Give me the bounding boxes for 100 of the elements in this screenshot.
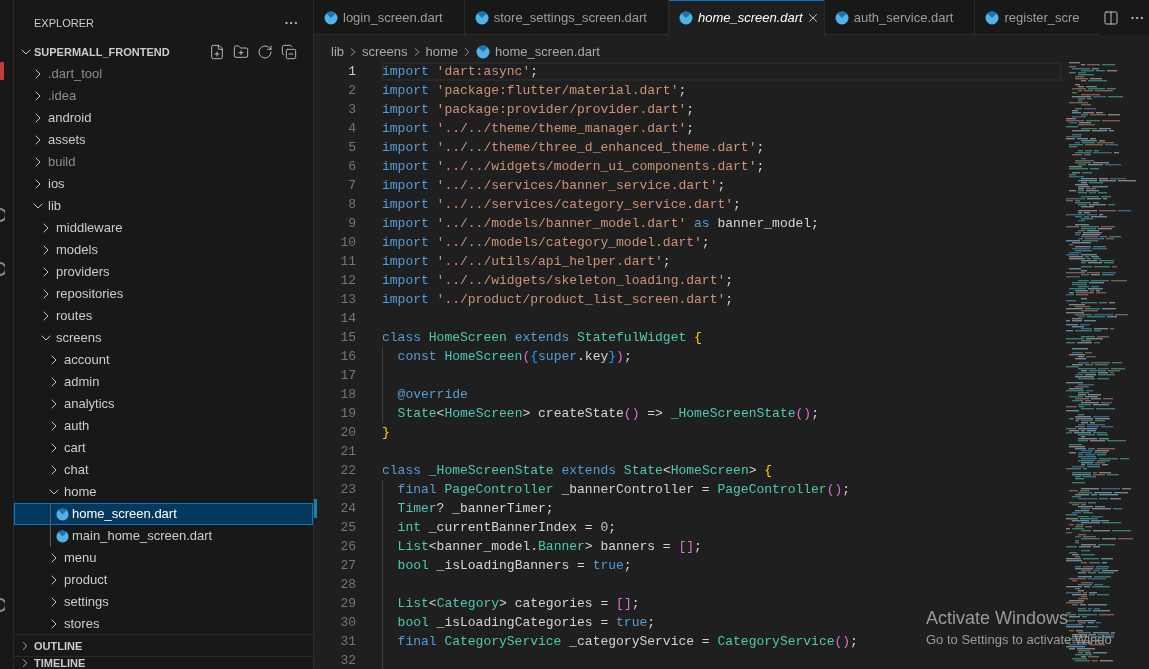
line-number: 25: [339, 519, 356, 537]
code-line: import '../../services/category_service.dart';: [382, 197, 741, 212]
folder-item[interactable]: chat: [14, 459, 313, 481]
file-type-icon: [55, 529, 69, 543]
refresh-icon[interactable]: [257, 44, 273, 60]
folder-item[interactable]: android: [14, 107, 313, 129]
editor-tab[interactable]: login_screen.dart: [314, 0, 465, 35]
file-item[interactable]: main_home_screen.dart: [14, 525, 313, 547]
code-line: bool _isLoadingCategories = true;: [397, 615, 656, 630]
folder-item[interactable]: screens: [14, 327, 313, 349]
split-editor-icon[interactable]: [1103, 9, 1119, 26]
line-number: 10: [339, 234, 356, 252]
folder-item[interactable]: build: [14, 151, 313, 173]
folder-item[interactable]: menu: [14, 547, 313, 569]
code-line: import '../../services/banner_service.dart';: [382, 178, 726, 193]
line-number: 23: [339, 481, 356, 499]
line-number: 11: [339, 253, 356, 271]
file-type-icon: [55, 507, 69, 521]
folder-item[interactable]: assets: [14, 129, 313, 151]
partial-icon[interactable]: [0, 262, 5, 276]
folder-item[interactable]: analytics: [14, 393, 313, 415]
code-line: import '../../theme/theme_manager.dart';: [382, 121, 695, 136]
code-line: import '../../models/category_model.dart';: [382, 235, 710, 250]
folder-item[interactable]: admin: [14, 371, 313, 393]
line-number: 14: [339, 310, 356, 328]
folder-item[interactable]: product: [14, 569, 313, 591]
partial-icon[interactable]: [0, 598, 5, 612]
folder-item[interactable]: cart: [14, 437, 313, 459]
folder-item[interactable]: settings: [14, 591, 313, 613]
folder-item[interactable]: models: [14, 239, 313, 261]
code-line: Timer? _bannerTimer;: [397, 501, 554, 516]
line-number: 12: [339, 272, 356, 290]
folder-item[interactable]: auth: [14, 415, 313, 437]
line-number: 30: [339, 614, 356, 632]
code-line: import 'package:provider/provider.dart';: [382, 102, 695, 117]
line-number: 8: [347, 196, 356, 214]
code-line: List<Category> categories = [];: [397, 596, 640, 611]
line-number: 18: [339, 386, 356, 404]
line-number: 27: [339, 557, 356, 575]
code-line: import '../../models/banner_model.dart' as banner_model;: [382, 216, 819, 231]
new-folder-icon[interactable]: [233, 44, 249, 60]
code-line: import '../../widgets/modern_ui_components.dart';: [382, 159, 765, 174]
code-line: bool _isLoadingBanners = true;: [397, 558, 632, 573]
activation-title: Activate Windows: [926, 607, 1070, 630]
line-number: 26: [339, 538, 356, 556]
code-line: import '../../widgets/skeleton_loading.dart';: [382, 273, 734, 288]
editor-tab[interactable]: home_screen.dart: [668, 0, 825, 35]
line-number: 13: [339, 291, 356, 309]
breadcrumb-item[interactable]: screens: [362, 42, 408, 62]
folder-item[interactable]: stores: [14, 613, 313, 635]
breadcrumb-item[interactable]: home: [425, 42, 459, 62]
collapse-all-icon[interactable]: [281, 44, 297, 60]
file-type-icon: [476, 45, 491, 59]
folder-item[interactable]: .dart_tool: [14, 63, 313, 85]
line-number: 21: [339, 443, 356, 461]
folder-item[interactable]: lib: [14, 195, 313, 217]
file-type-icon: [985, 10, 1000, 25]
project-header[interactable]: SUPERMALL_FRONTEND: [14, 41, 313, 63]
partial-icon[interactable]: [0, 208, 5, 222]
line-number: 16: [339, 348, 356, 366]
code-line: import '../../utils/api_helper.dart';: [382, 254, 671, 269]
section-header[interactable]: TIMELINE: [14, 656, 313, 669]
code-line: final CategoryService _categoryService = CategoryService();: [397, 634, 858, 649]
breadcrumb-item[interactable]: lib: [331, 42, 344, 62]
file-type-icon: [324, 10, 338, 25]
line-number: 29: [339, 595, 356, 613]
line-number: 4: [347, 120, 356, 138]
editor-tab[interactable]: auth_service.dart: [824, 0, 976, 35]
line-number: 28: [339, 576, 356, 594]
line-number: 32: [339, 652, 356, 669]
file-item[interactable]: home_screen.dart: [14, 503, 313, 525]
editor-tab[interactable]: store_settings_screen.dart: [464, 0, 669, 35]
folder-item[interactable]: home: [14, 481, 313, 503]
code-line: int _currentBannerIndex = 0;: [397, 520, 617, 535]
folder-item[interactable]: .idea: [14, 85, 313, 107]
file-type-icon: [678, 10, 693, 25]
line-number: 22: [339, 462, 356, 480]
line-number: 9: [347, 215, 356, 233]
folder-item[interactable]: routes: [14, 305, 313, 327]
folder-item[interactable]: repositories: [14, 283, 313, 305]
folder-item[interactable]: providers: [14, 261, 313, 283]
line-number: 19: [339, 405, 356, 423]
line-number: 6: [347, 158, 356, 176]
folder-item[interactable]: account: [14, 349, 313, 371]
folder-item[interactable]: ios: [14, 173, 313, 195]
code-line: import 'package:flutter/material.dart';: [382, 83, 687, 98]
breadcrumb-item[interactable]: home_screen.dart: [476, 42, 600, 62]
line-number: 1: [347, 63, 356, 81]
panel-title: EXPLORER: [34, 15, 94, 31]
new-file-icon[interactable]: [209, 44, 225, 60]
code-line: }: [382, 425, 390, 440]
section-header[interactable]: OUTLINE: [14, 634, 313, 656]
code-line: List<banner_model.Banner> banners = [];: [397, 539, 702, 554]
code-line: import '../product/product_list_screen.dart';: [382, 292, 734, 307]
line-number: 31: [339, 633, 356, 651]
code-line: class HomeScreen extends StatefulWidget {: [382, 330, 702, 345]
line-number: 15: [339, 329, 356, 347]
line-number: 7: [347, 177, 356, 195]
folder-item[interactable]: middleware: [14, 217, 313, 239]
code-line: State<HomeScreen> createState() => _HomeScreenState();: [397, 406, 819, 421]
